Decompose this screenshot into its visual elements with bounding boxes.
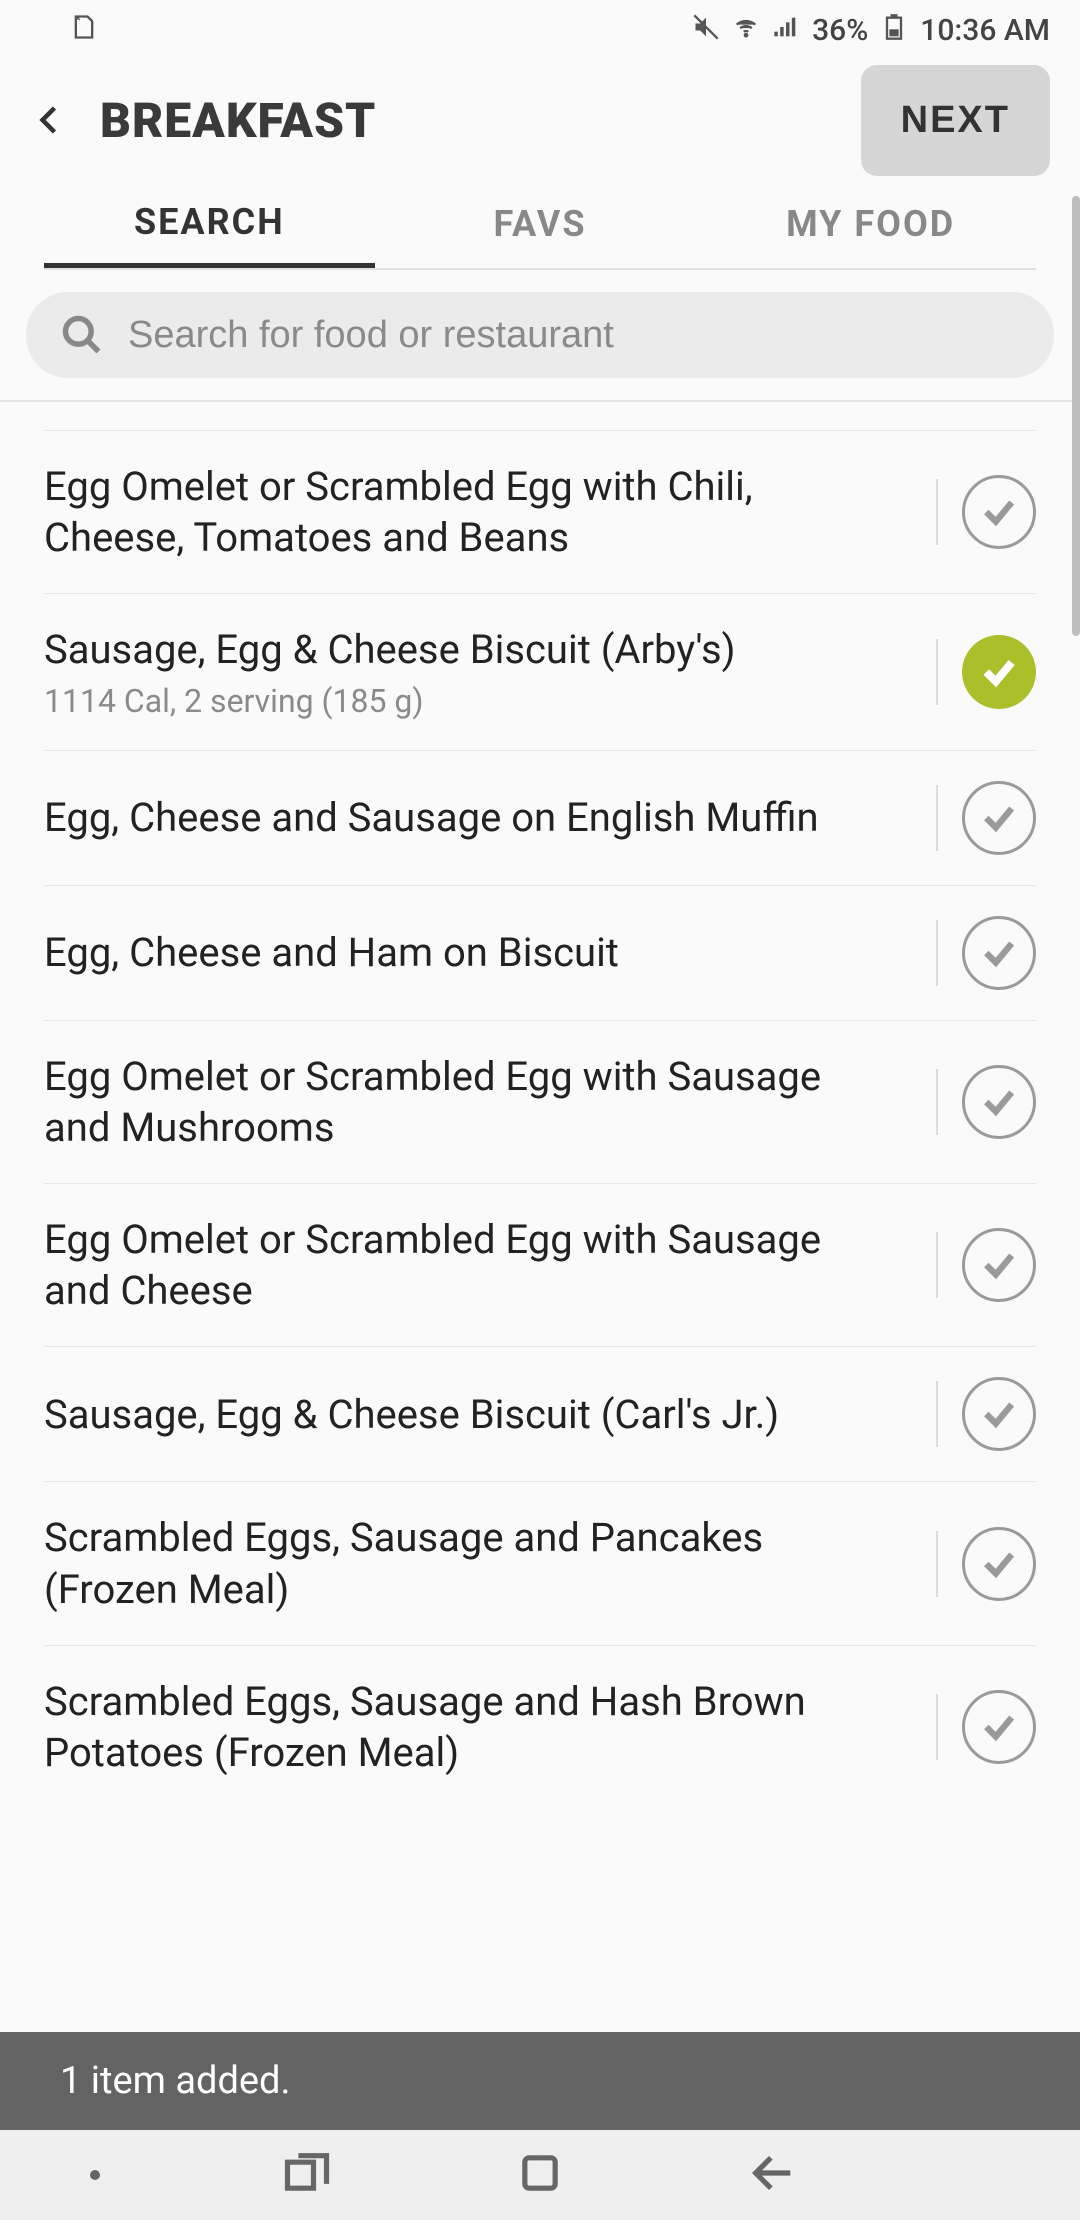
check-icon: [980, 1708, 1018, 1746]
check-toggle[interactable]: [962, 1377, 1036, 1451]
food-title: Scrambled Eggs, Sausage and Hash Brown P…: [44, 1676, 896, 1778]
food-row[interactable]: Egg Omelet or Scrambled Egg with Chili, …: [44, 430, 1036, 593]
tab-search[interactable]: SEARCH: [44, 180, 375, 268]
food-title: Egg, Cheese and Sausage on English Muffi…: [44, 792, 896, 843]
recents-button[interactable]: [281, 2147, 333, 2203]
row-divider: [936, 1531, 938, 1597]
food-title: Egg Omelet or Scrambled Egg with Sausage…: [44, 1051, 896, 1153]
check-toggle[interactable]: [962, 1527, 1036, 1601]
food-title: Sausage, Egg & Cheese Biscuit (Arby's): [44, 624, 896, 675]
food-text: Egg, Cheese and Ham on Biscuit: [44, 927, 912, 978]
back-nav-button[interactable]: [747, 2147, 799, 2203]
check-icon: [980, 1083, 1018, 1121]
row-divider: [936, 1694, 938, 1760]
food-list: Egg Omelet or Scrambled Egg with Chili, …: [44, 430, 1036, 1808]
check-toggle[interactable]: [962, 635, 1036, 709]
row-divider: [936, 785, 938, 851]
divider: [0, 400, 1080, 402]
food-text: Egg, Cheese and Sausage on English Muffi…: [44, 792, 912, 843]
next-button[interactable]: NEXT: [861, 65, 1050, 176]
row-divider: [936, 1381, 938, 1447]
check-icon: [980, 1395, 1018, 1433]
row-divider: [936, 1232, 938, 1298]
check-icon: [980, 653, 1018, 691]
clock: 10:36 AM: [920, 13, 1050, 48]
food-text: Egg Omelet or Scrambled Egg with Sausage…: [44, 1214, 912, 1316]
check-toggle[interactable]: [962, 1228, 1036, 1302]
food-title: Egg Omelet or Scrambled Egg with Sausage…: [44, 1214, 896, 1316]
check-icon: [980, 934, 1018, 972]
check-toggle[interactable]: [962, 781, 1036, 855]
food-row[interactable]: Egg, Cheese and Sausage on English Muffi…: [44, 750, 1036, 885]
food-text: Scrambled Eggs, Sausage and Pancakes (Fr…: [44, 1512, 912, 1614]
food-text: Egg Omelet or Scrambled Egg with Sausage…: [44, 1051, 912, 1153]
row-divider: [936, 920, 938, 986]
tab-favs[interactable]: FAVS: [375, 180, 706, 268]
food-title: Egg Omelet or Scrambled Egg with Chili, …: [44, 461, 896, 563]
check-toggle[interactable]: [962, 1690, 1036, 1764]
food-row[interactable]: Scrambled Eggs, Sausage and Pancakes (Fr…: [44, 1481, 1036, 1644]
check-icon: [980, 1246, 1018, 1284]
search-icon: [60, 313, 104, 357]
mute-icon: [692, 13, 720, 48]
page-title: BREAKFAST: [100, 92, 831, 149]
check-toggle[interactable]: [962, 1065, 1036, 1139]
status-bar: 36% 10:36 AM: [0, 0, 1080, 60]
nav-dot: [90, 2170, 100, 2180]
food-row[interactable]: Egg Omelet or Scrambled Egg with Sausage…: [44, 1020, 1036, 1183]
signal-icon: [772, 13, 800, 48]
battery-percent: 36%: [812, 13, 868, 48]
tab-my-food[interactable]: MY FOOD: [705, 180, 1036, 268]
sim-icon: [30, 13, 98, 48]
food-text: Egg Omelet or Scrambled Egg with Chili, …: [44, 461, 912, 563]
food-row[interactable]: Sausage, Egg & Cheese Biscuit (Arby's) 11…: [44, 593, 1036, 749]
search-box[interactable]: [26, 292, 1054, 378]
food-text: Sausage, Egg & Cheese Biscuit (Arby's) 11…: [44, 624, 912, 719]
back-button[interactable]: [30, 100, 70, 140]
row-divider: [936, 479, 938, 545]
food-title: Egg, Cheese and Ham on Biscuit: [44, 927, 896, 978]
food-text: Sausage, Egg & Cheese Biscuit (Carl's Jr…: [44, 1389, 912, 1440]
scroll-indicator[interactable]: [1072, 196, 1080, 636]
tab-bar: SEARCH FAVS MY FOOD: [44, 180, 1036, 270]
search-input[interactable]: [128, 314, 1020, 357]
battery-icon: [880, 13, 908, 48]
toast-message: 1 item added.: [0, 2032, 1080, 2130]
food-row[interactable]: Egg Omelet or Scrambled Egg with Sausage…: [44, 1183, 1036, 1346]
food-subtitle: 1114 Cal, 2 serving (185 g): [44, 682, 896, 720]
chevron-left-icon: [32, 102, 68, 138]
food-text: Scrambled Eggs, Sausage and Hash Brown P…: [44, 1676, 912, 1778]
row-divider: [936, 639, 938, 705]
food-title: Scrambled Eggs, Sausage and Pancakes (Fr…: [44, 1512, 896, 1614]
row-divider: [936, 1069, 938, 1135]
search-wrap: [0, 270, 1080, 400]
wifi-icon: [732, 13, 760, 48]
system-nav-bar: [0, 2130, 1080, 2220]
home-button[interactable]: [514, 2147, 566, 2203]
check-toggle[interactable]: [962, 916, 1036, 990]
check-toggle[interactable]: [962, 475, 1036, 549]
food-row[interactable]: Egg, Cheese and Ham on Biscuit: [44, 885, 1036, 1020]
food-row[interactable]: Scrambled Eggs, Sausage and Hash Brown P…: [44, 1645, 1036, 1808]
header: BREAKFAST NEXT: [0, 60, 1080, 180]
check-icon: [980, 1545, 1018, 1583]
food-title: Sausage, Egg & Cheese Biscuit (Carl's Jr…: [44, 1389, 896, 1440]
check-icon: [980, 493, 1018, 531]
food-row[interactable]: Sausage, Egg & Cheese Biscuit (Carl's Jr…: [44, 1346, 1036, 1481]
check-icon: [980, 799, 1018, 837]
